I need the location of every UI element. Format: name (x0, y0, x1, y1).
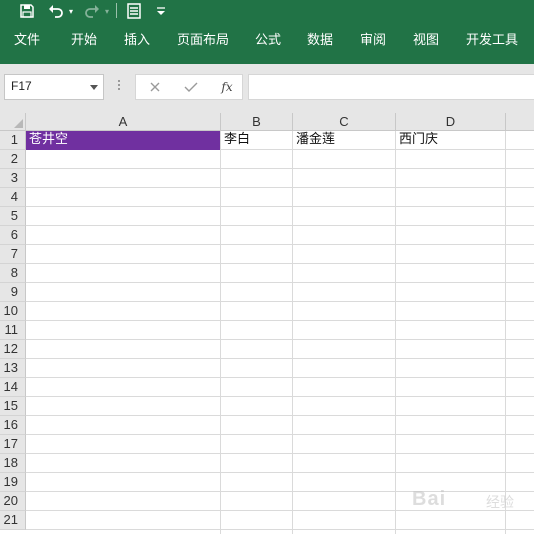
watermark-text: Bai (412, 488, 447, 510)
row-header-15[interactable]: 15 (0, 397, 26, 416)
form-icon[interactable] (124, 0, 144, 22)
cell-a1[interactable]: 苍井空 (26, 131, 220, 150)
row-gridline (26, 282, 534, 283)
insert-function-icon[interactable]: fx (212, 75, 242, 99)
tab-review[interactable]: 审阅 (360, 22, 386, 60)
column-header-c[interactable]: C (293, 113, 396, 131)
row-gridline (26, 301, 534, 302)
column-gridline (395, 131, 396, 534)
redo-icon[interactable] (82, 0, 102, 22)
row-header-17[interactable]: 17 (0, 435, 26, 454)
tab-developer[interactable]: 开发工具 (466, 22, 518, 60)
cell-d1[interactable]: 西门庆 (396, 131, 505, 150)
row-header-13[interactable]: 13 (0, 359, 26, 378)
tab-home[interactable]: 开始 (71, 22, 97, 60)
column-gridline (220, 131, 221, 534)
toolbar-separator (116, 3, 117, 18)
row-gridline (26, 244, 534, 245)
spreadsheet-grid: A B C D 1 2 3 4 5 6 7 8 9 10 11 12 13 14 15 16 17 18 19 20 2… (0, 113, 534, 534)
cell-c1[interactable]: 潘金莲 (293, 131, 395, 150)
watermark-logo: Bai 经验 (412, 478, 516, 522)
row-header-7[interactable]: 7 (0, 245, 26, 264)
row-gridline (26, 225, 534, 226)
formula-input[interactable] (248, 74, 534, 100)
row-gridline (26, 263, 534, 264)
cell-b1[interactable]: 李白 (221, 131, 292, 150)
name-box-dropdown-icon[interactable] (90, 85, 98, 90)
tab-data[interactable]: 数据 (307, 22, 333, 60)
row-gridline (26, 434, 534, 435)
undo-icon[interactable] (46, 0, 66, 22)
row-gridline (26, 415, 534, 416)
name-box-value: F17 (11, 79, 32, 93)
ribbon-tabs: 文件 开始 插入 页面布局 公式 数据 审阅 视图 开发工具 (0, 22, 534, 64)
tab-file[interactable]: 文件 (14, 22, 40, 60)
customize-qat-icon[interactable] (154, 0, 168, 22)
resize-handle[interactable] (117, 78, 121, 96)
tab-page-layout[interactable]: 页面布局 (177, 22, 229, 60)
row-header-18[interactable]: 18 (0, 454, 26, 473)
row-header-6[interactable]: 6 (0, 226, 26, 245)
undo-dropdown-icon[interactable]: ▾ (66, 0, 76, 22)
row-header-1[interactable]: 1 (0, 131, 26, 150)
enter-icon[interactable] (176, 75, 206, 99)
quick-access-toolbar: ▾ ▾ (0, 0, 534, 22)
row-header-2[interactable]: 2 (0, 150, 26, 169)
row-header-8[interactable]: 8 (0, 264, 26, 283)
redo-dropdown-icon[interactable]: ▾ (102, 0, 112, 22)
row-header-4[interactable]: 4 (0, 188, 26, 207)
row-header-3[interactable]: 3 (0, 169, 26, 188)
row-header-19[interactable]: 19 (0, 473, 26, 492)
row-gridline (26, 453, 534, 454)
watermark-suffix: 经验 (486, 495, 514, 511)
tab-insert[interactable]: 插入 (124, 22, 150, 60)
row-gridline (26, 320, 534, 321)
row-gridline (26, 529, 534, 530)
row-gridline (26, 396, 534, 397)
column-header-a[interactable]: A (26, 113, 221, 131)
column-gridline (505, 131, 506, 534)
row-gridline (26, 472, 534, 473)
row-header-11[interactable]: 11 (0, 321, 26, 340)
row-header-20[interactable]: 20 (0, 492, 26, 511)
row-gridline (26, 168, 534, 169)
row-gridline (26, 358, 534, 359)
formula-buttons: fx (135, 74, 243, 100)
row-header-10[interactable]: 10 (0, 302, 26, 321)
column-header-b[interactable]: B (221, 113, 293, 131)
row-gridline (26, 187, 534, 188)
column-header-next[interactable] (506, 113, 534, 131)
column-header-d[interactable]: D (396, 113, 506, 131)
tab-formulas[interactable]: 公式 (255, 22, 281, 60)
tab-view[interactable]: 视图 (413, 22, 439, 60)
name-box[interactable]: F17 (4, 74, 104, 100)
row-header-14[interactable]: 14 (0, 378, 26, 397)
formula-bar-area: F17 fx (0, 64, 534, 113)
row-header-21[interactable]: 21 (0, 511, 26, 530)
save-icon[interactable] (16, 0, 38, 22)
row-gridline (26, 339, 534, 340)
row-header-9[interactable]: 9 (0, 283, 26, 302)
cancel-icon[interactable] (140, 75, 170, 99)
row-gridline (26, 206, 534, 207)
row-gridline (26, 377, 534, 378)
row-header-5[interactable]: 5 (0, 207, 26, 226)
row-header-12[interactable]: 12 (0, 340, 26, 359)
select-all-button[interactable] (0, 113, 26, 131)
row-header-16[interactable]: 16 (0, 416, 26, 435)
column-gridline (292, 131, 293, 534)
